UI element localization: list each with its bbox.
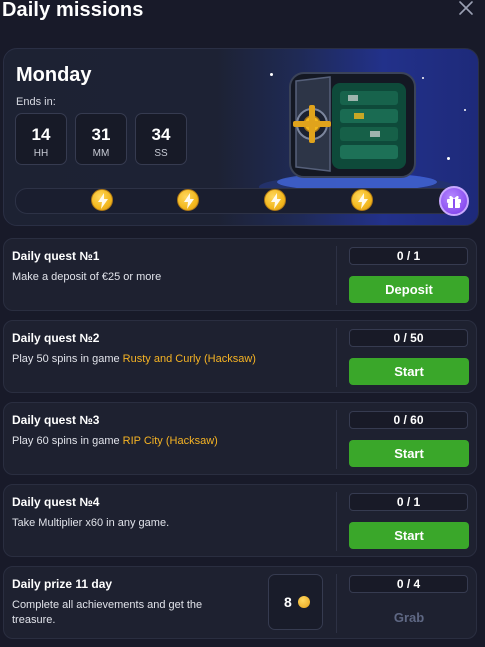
- ends-in-label: Ends in:: [16, 96, 56, 108]
- divider: [336, 492, 337, 551]
- gift-icon[interactable]: [439, 186, 469, 216]
- quest-progress: 0 / 1: [349, 247, 468, 265]
- quest-progress: 0 / 60: [349, 411, 468, 429]
- start-button[interactable]: Start: [349, 440, 469, 467]
- lightning-icon: [351, 189, 373, 211]
- quest-description: Play 60 spins in game RIP City (Hacksaw): [12, 435, 218, 447]
- lightning-icon: [91, 189, 113, 211]
- timer-value: 31: [91, 125, 111, 144]
- prize-description: Complete all achievements and get the tr…: [12, 599, 203, 626]
- quest-title: Daily quest №2: [12, 331, 100, 345]
- quest-description: Play 50 spins in game Rusty and Curly (H…: [12, 353, 256, 365]
- timer-hours: 14 HH: [15, 113, 67, 165]
- quest-progress: 0 / 1: [349, 493, 468, 511]
- timer-unit: SS: [154, 148, 168, 159]
- quest-card: Daily quest №1 Make a deposit of €25 or …: [3, 238, 477, 311]
- quest-title: Daily quest №1: [12, 249, 100, 263]
- prize-value-box: 8: [268, 574, 323, 630]
- lightning-icon: [177, 189, 199, 211]
- close-icon[interactable]: [458, 0, 476, 16]
- timer-value: 34: [151, 125, 171, 144]
- quest-card: Daily quest №4 Take Multiplier x60 in an…: [3, 484, 477, 557]
- game-link[interactable]: Rusty and Curly (Hacksaw): [123, 353, 256, 365]
- divider: [336, 410, 337, 469]
- game-link[interactable]: RIP City (Hacksaw): [123, 435, 218, 447]
- prize-progress: 0 / 4: [349, 575, 468, 593]
- timer-value: 14: [31, 125, 51, 144]
- quest-title: Daily quest №3: [12, 413, 100, 427]
- page-title: Daily missions: [2, 0, 144, 21]
- quest-description: Take Multiplier x60 in any game.: [12, 517, 170, 529]
- timer-seconds: 34 SS: [135, 113, 187, 165]
- lightning-icon: [264, 189, 286, 211]
- timer-unit: MM: [92, 148, 110, 159]
- timer-unit: HH: [33, 148, 49, 159]
- mission-banner: Monday Ends in: 14 HH 31 MM 34 SS: [3, 48, 479, 226]
- deposit-button[interactable]: Deposit: [349, 276, 469, 303]
- coin-icon: [298, 596, 310, 608]
- start-button[interactable]: Start: [349, 522, 469, 549]
- quest-title: Daily quest №4: [12, 495, 100, 509]
- timer-minutes: 31 MM: [75, 113, 127, 165]
- day-title: Monday: [16, 64, 92, 86]
- divider: [336, 246, 337, 305]
- safe-illustration: [259, 72, 455, 197]
- divider: [336, 328, 337, 387]
- grab-button[interactable]: Grab: [349, 604, 469, 631]
- quest-progress: 0 / 50: [349, 329, 468, 347]
- divider: [336, 574, 337, 633]
- quest-description: Make a deposit of €25 or more: [12, 271, 162, 283]
- prize-card: Daily prize 11 day Complete all achievem…: [3, 566, 477, 639]
- milestone-track: [15, 188, 457, 214]
- prize-title: Daily prize 11 day: [12, 577, 113, 591]
- quest-card: Daily quest №2 Play 50 spins in game Rus…: [3, 320, 477, 393]
- quest-card: Daily quest №3 Play 60 spins in game RIP…: [3, 402, 477, 475]
- start-button[interactable]: Start: [349, 358, 469, 385]
- prize-value: 8: [284, 594, 292, 610]
